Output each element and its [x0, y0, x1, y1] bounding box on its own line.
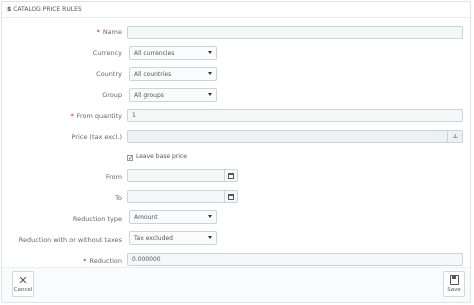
reduction-type-label: Reduction type: [72, 215, 122, 223]
close-icon: ✕: [18, 274, 28, 287]
from-quantity-input[interactable]: 1: [127, 109, 463, 122]
reduction-input[interactable]: 0.000000: [127, 253, 463, 266]
from-date-input[interactable]: [127, 169, 238, 182]
name-label: * Name: [96, 28, 122, 36]
required-asterisk: *: [83, 257, 87, 265]
cancel-button-label: Cancel: [13, 287, 33, 293]
catalog-price-rules-panel: $ CATALOG PRICE RULES * Name Currency All…: [1, 1, 471, 303]
save-button[interactable]: Save: [443, 271, 465, 297]
calendar-button[interactable]: [224, 191, 237, 202]
from-label: From: [105, 173, 122, 181]
group-select[interactable]: All groups: [129, 88, 217, 102]
group-select-value: All groups: [134, 91, 164, 99]
to-date-input[interactable]: [127, 190, 238, 203]
reduction-tax-select[interactable]: Tax excluded: [129, 231, 217, 245]
from-quantity-label: * From quantity: [70, 112, 122, 120]
chevron-down-icon: [208, 236, 212, 239]
name-input[interactable]: [127, 26, 463, 39]
group-label: Group: [102, 91, 122, 99]
calendar-icon: [228, 193, 234, 200]
reduction-type-value: Amount: [134, 213, 158, 221]
country-select-value: All countries: [134, 70, 172, 78]
country-label: Country: [96, 70, 122, 78]
panel-title: CATALOG PRICE RULES: [13, 6, 82, 13]
panel-header: $ CATALOG PRICE RULES: [2, 2, 470, 18]
panel-footer: ✕ Cancel Save: [2, 267, 470, 302]
leave-base-price-checkbox[interactable]: ✓: [127, 155, 133, 162]
chevron-down-icon: [208, 93, 212, 96]
price-input: بك: [127, 130, 463, 143]
reduction-tax-value: Tax excluded: [134, 234, 173, 242]
leave-base-price-label: Leave base price: [136, 153, 187, 160]
reduction-type-select[interactable]: Amount: [129, 210, 217, 224]
currency-label: Currency: [92, 49, 122, 57]
cancel-button[interactable]: ✕ Cancel: [12, 271, 34, 297]
country-select[interactable]: All countries: [129, 67, 217, 81]
to-label: To: [115, 194, 122, 202]
dollar-icon: $: [7, 6, 12, 13]
price-label: Price (tax excl.): [71, 133, 122, 141]
chevron-down-icon: [208, 72, 212, 75]
calendar-button[interactable]: [224, 170, 237, 181]
currency-select-value: All currencies: [134, 49, 175, 57]
save-icon: [449, 275, 459, 285]
required-asterisk: *: [96, 28, 100, 36]
currency-addon: بك: [447, 131, 462, 142]
calendar-icon: [228, 172, 234, 179]
required-asterisk: *: [70, 112, 74, 120]
save-button-label: Save: [447, 287, 461, 293]
currency-select[interactable]: All currencies: [129, 46, 217, 60]
reduction-tax-label: Reduction with or without taxes: [18, 236, 122, 244]
reduction-label: * Reduction: [83, 257, 122, 265]
chevron-down-icon: [208, 215, 212, 218]
chevron-down-icon: [208, 51, 212, 54]
